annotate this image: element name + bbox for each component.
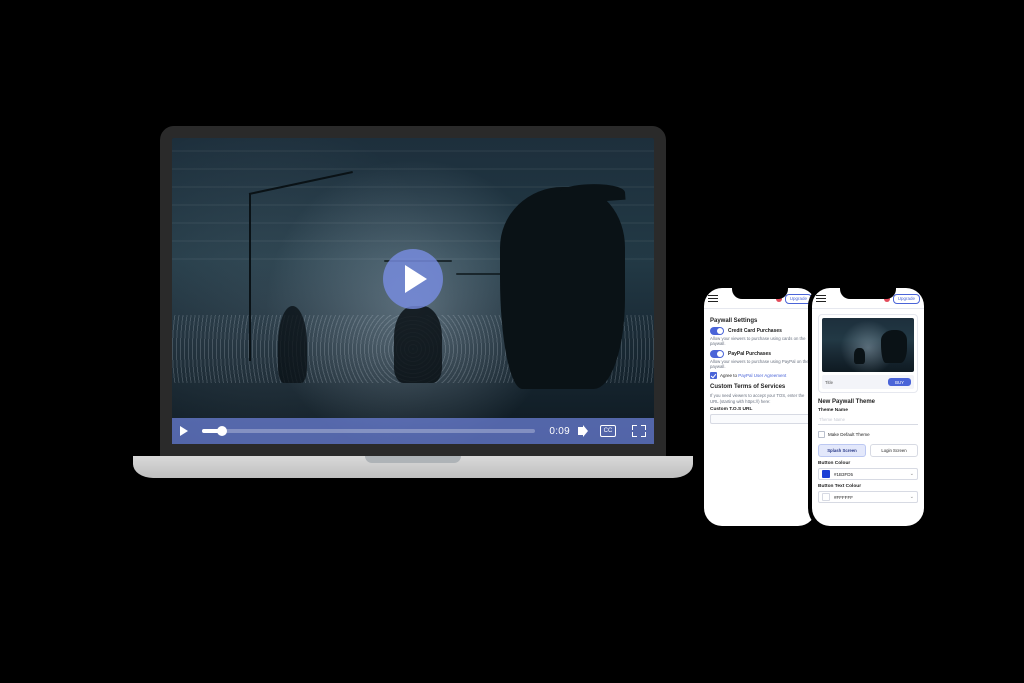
preview-buy-button[interactable]: BUY — [888, 378, 911, 386]
preview-image — [822, 318, 914, 372]
menu-icon[interactable] — [708, 295, 718, 303]
theme-preview: Title BUY — [818, 314, 918, 393]
play-control[interactable] — [180, 426, 188, 436]
progress-bar[interactable] — [202, 429, 535, 433]
new-theme-title: New Paywall Theme — [818, 399, 918, 405]
tab-splash-screen[interactable]: Splash Screen — [818, 444, 866, 457]
button-colour-value: #1B3FD5 — [834, 472, 853, 477]
tab-login-screen[interactable]: Login Screen — [870, 444, 918, 457]
button-text-colour-swatch — [822, 493, 830, 501]
credit-card-description: Allow your viewers to purchase using car… — [710, 336, 810, 347]
button-colour-swatch — [822, 470, 830, 478]
upgrade-button[interactable]: Upgrade — [893, 294, 920, 304]
volume-icon[interactable] — [578, 425, 592, 437]
phone-mockup-settings: Upgrade Paywall Settings Credit Card Pur… — [700, 284, 820, 530]
preview-title-text: Title — [825, 380, 833, 385]
phone-mockup-theme: Upgrade Title BUY New Paywall Theme Them… — [808, 284, 928, 530]
laptop-mockup: 0:09 CC — [160, 126, 666, 478]
chevron-down-icon: ⌄ — [910, 471, 914, 477]
default-theme-checkbox[interactable] — [818, 431, 825, 438]
button-colour-picker[interactable]: #1B3FD5 ⌄ — [818, 468, 918, 480]
button-text-colour-value: #FFFFFF — [834, 495, 853, 500]
laptop-base — [133, 456, 693, 478]
paypal-agreement-link[interactable]: PayPal User Agreement — [738, 373, 786, 378]
play-button[interactable] — [383, 249, 443, 309]
play-small-icon — [180, 426, 188, 436]
paywall-settings-title: Paywall Settings — [710, 318, 810, 324]
fullscreen-icon[interactable] — [632, 425, 646, 437]
paypal-label: PayPal Purchases — [728, 351, 771, 357]
menu-icon[interactable] — [816, 295, 826, 303]
default-theme-label: Make Default Theme — [828, 432, 870, 437]
video-control-bar: 0:09 CC — [172, 418, 654, 444]
tos-url-label: Custom T.O.S URL — [710, 407, 810, 412]
chevron-down-icon: ⌄ — [910, 494, 914, 500]
tos-title: Custom Terms of Services — [710, 384, 810, 390]
agree-text: Agree to PayPal User Agreement — [720, 373, 786, 378]
button-text-colour-picker[interactable]: #FFFFFF ⌄ — [818, 491, 918, 503]
theme-name-input[interactable]: Theme Name — [818, 415, 918, 425]
progress-knob[interactable] — [217, 426, 227, 436]
button-colour-label: Button Colour — [818, 461, 918, 466]
paypal-toggle[interactable] — [710, 350, 724, 358]
tos-url-input[interactable] — [710, 414, 810, 424]
theme-name-label: Theme Name — [818, 408, 918, 413]
paypal-description: Allow your viewers to purchase using Pay… — [710, 359, 810, 370]
agree-checkbox[interactable] — [710, 372, 717, 379]
tos-description: If you need viewers to accept your TOS, … — [710, 393, 810, 404]
play-icon — [405, 265, 427, 293]
captions-button[interactable]: CC — [600, 425, 616, 437]
video-player: 0:09 CC — [160, 126, 666, 456]
credit-card-toggle[interactable] — [710, 327, 724, 335]
time-display: 0:09 — [549, 426, 570, 437]
credit-card-label: Credit Card Purchases — [728, 328, 782, 334]
button-text-colour-label: Button Text Colour — [818, 484, 918, 489]
